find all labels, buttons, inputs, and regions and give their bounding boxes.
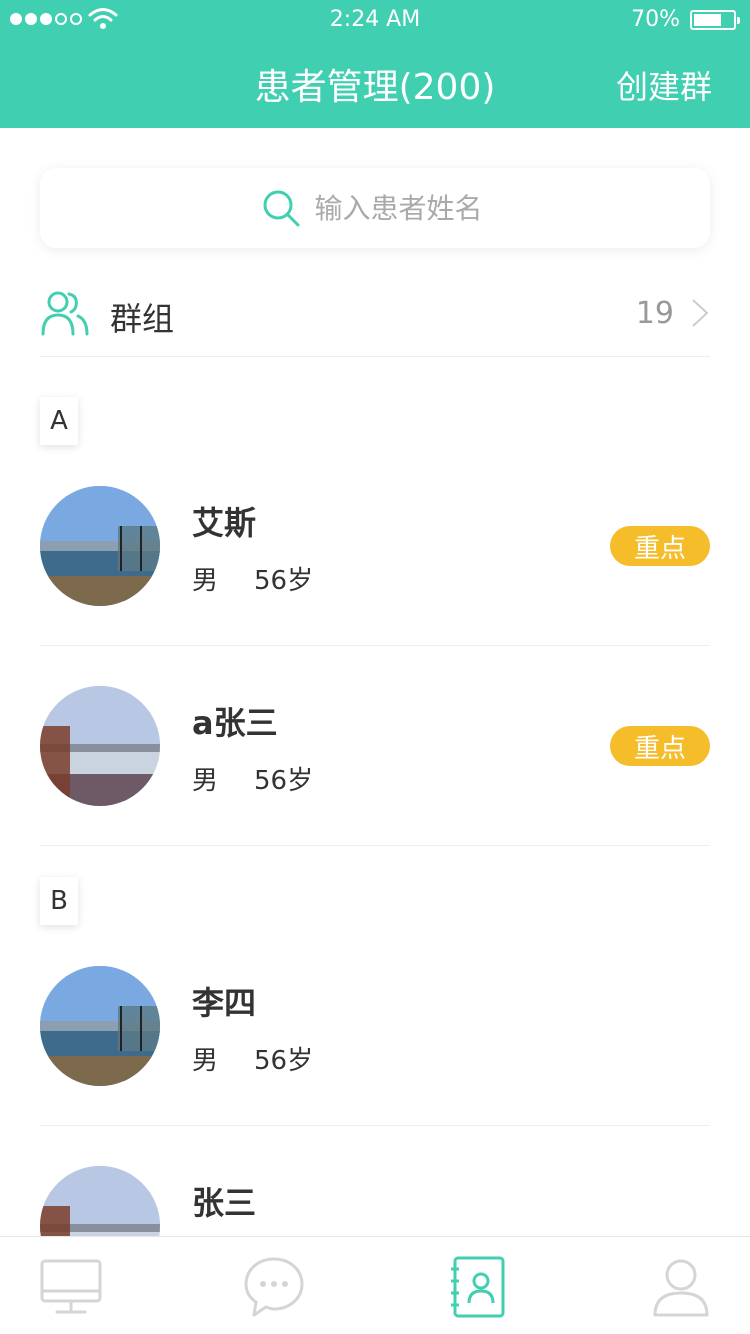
create-group-button[interactable]: 创建群: [616, 62, 712, 108]
section-letter-b: B: [40, 877, 78, 925]
app-header: 2:24 AM 70% 患者管理(200) 创建群: [0, 0, 750, 128]
avatar: [40, 486, 160, 606]
chat-bubble-icon: [244, 1257, 304, 1317]
tab-patients[interactable]: [446, 1255, 510, 1319]
patient-gender: 男: [192, 1046, 219, 1076]
tab-profile[interactable]: [649, 1255, 713, 1319]
patient-age: 56岁: [254, 1046, 314, 1076]
groups-count: 19: [635, 296, 674, 331]
search-input[interactable]: [314, 191, 490, 225]
patient-age: 56岁: [254, 566, 314, 596]
tab-bar: [0, 1236, 750, 1334]
patient-row[interactable]: 李四 男 56岁: [40, 926, 710, 1126]
group-users-icon: [41, 291, 89, 336]
patient-gender: 男: [192, 566, 219, 596]
avatar: [40, 686, 160, 806]
avatar: [40, 966, 160, 1086]
groups-label: 群组: [110, 300, 175, 338]
monitor-icon: [40, 1259, 102, 1314]
user-profile-icon: [653, 1259, 709, 1317]
status-bar: 2:24 AM 70%: [0, 0, 750, 40]
patient-name: 艾斯: [192, 504, 257, 542]
contacts-book-icon: [451, 1256, 505, 1318]
chevron-right-icon: [692, 299, 709, 327]
priority-badge: 重点: [610, 726, 710, 766]
section-letter-a: A: [40, 397, 78, 445]
patient-row[interactable]: a张三 男 56岁 重点: [40, 646, 710, 846]
patient-row[interactable]: 艾斯 男 56岁 重点: [40, 446, 710, 646]
patient-name: a张三: [192, 704, 278, 742]
tab-workbench[interactable]: [39, 1255, 103, 1319]
battery-percent: 70%: [631, 7, 680, 32]
tab-messages[interactable]: [242, 1255, 306, 1319]
search-bar[interactable]: [40, 168, 710, 248]
groups-row[interactable]: 群组 19: [40, 278, 710, 357]
search-icon: [263, 190, 299, 227]
patient-name: 李四: [192, 984, 257, 1022]
patient-name: 张三: [192, 1184, 257, 1222]
patient-gender: 男: [192, 766, 219, 796]
patient-age: 56岁: [254, 766, 314, 796]
battery-icon: [690, 10, 740, 30]
priority-badge: 重点: [610, 526, 710, 566]
